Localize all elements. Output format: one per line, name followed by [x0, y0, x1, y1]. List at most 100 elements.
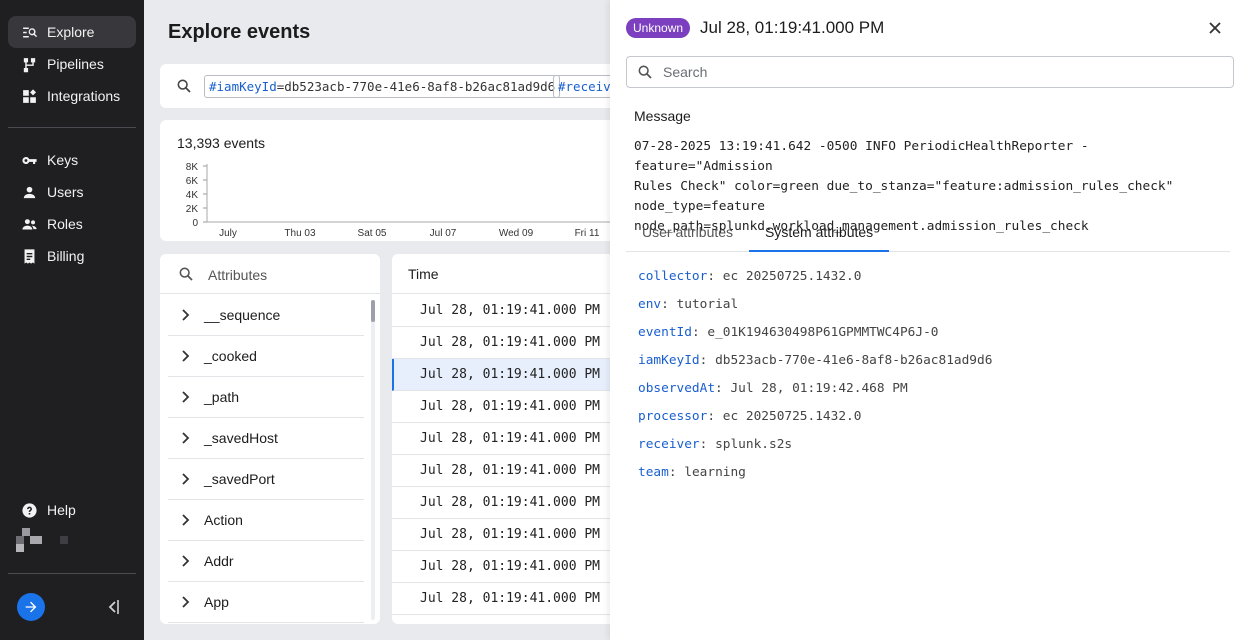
attribute-item[interactable]: App — [168, 582, 364, 623]
attribute-separator: : — [661, 297, 677, 312]
x-tick-label: Wed 09 — [499, 228, 534, 239]
table-row[interactable]: Jul 28, 01:19:41.000 PM — [392, 423, 610, 455]
sidebar-item-label: Help — [47, 502, 76, 518]
system-attribute: iamKeyId: db523acb-770e-41e6-8af8-b26ac8… — [638, 353, 992, 368]
attribute-name: _savedHost — [204, 430, 278, 446]
attribute-key: team — [638, 465, 669, 480]
system-attribute: eventId: e_01K194630498P61GPMMTWC4P6J-0 — [638, 325, 939, 340]
x-tick-label: Thu 03 — [284, 228, 316, 239]
attribute-item[interactable]: _cooked — [168, 336, 364, 377]
user-icon — [20, 183, 38, 201]
explore-icon — [20, 23, 38, 41]
collapse-sidebar-button[interactable] — [106, 598, 120, 616]
attribute-key: processor — [638, 409, 708, 424]
x-tick-label: Fri 11 — [575, 228, 600, 239]
go-button[interactable] — [17, 593, 45, 621]
events-table-header[interactable]: Time — [392, 254, 610, 294]
query-chip[interactable]: #receiv — [553, 75, 610, 98]
table-row[interactable]: Jul 28, 01:19:41.000 PM — [392, 519, 610, 551]
chip-key: #receiv — [558, 79, 610, 94]
sidebar-item-label: Explore — [47, 24, 95, 40]
close-icon — [1209, 22, 1221, 34]
sidebar-item-label: Billing — [47, 248, 85, 264]
attribute-key: receiver — [638, 437, 700, 452]
table-row[interactable]: Jul 28, 01:19:41.000 PM — [392, 359, 610, 391]
table-row[interactable]: Jul 28, 01:19:41.000 PM — [392, 487, 610, 519]
attribute-separator: : — [668, 465, 685, 480]
attribute-separator: : — [715, 381, 731, 396]
sidebar-item-label: Users — [47, 184, 84, 200]
table-row[interactable]: Jul 28, 01:19:41.000 PM — [392, 551, 610, 583]
attribute-item[interactable]: Addr — [168, 541, 364, 582]
chevron-right-icon — [182, 350, 190, 362]
attribute-key: iamKeyId — [638, 353, 700, 368]
tab-system-attributes[interactable]: System attributes — [749, 216, 890, 252]
chevron-right-icon — [182, 555, 190, 567]
attribute-name: App — [204, 594, 229, 610]
attribute-key: collector — [638, 269, 708, 284]
scrollbar-thumb[interactable] — [371, 300, 375, 322]
chevron-right-icon — [182, 596, 190, 608]
attribute-separator: : — [691, 325, 708, 340]
attribute-value: db523acb-770e-41e6-8af8-b26ac81ad9d6 — [715, 353, 993, 368]
system-attribute: env: tutorial — [638, 297, 738, 312]
page-title: Explore events — [168, 21, 311, 43]
sidebar-item-billing[interactable]: Billing — [8, 240, 136, 272]
chevron-right-icon — [182, 309, 190, 321]
attribute-item[interactable]: _savedPort — [168, 459, 364, 500]
attribute-name: Action — [204, 512, 243, 528]
y-tick-label: 8K — [186, 162, 199, 173]
attribute-name: _savedPort — [204, 471, 275, 487]
tab-user-attributes[interactable]: User attributes — [642, 216, 733, 252]
attribute-name: Addr — [204, 553, 234, 569]
scrollbar-track[interactable] — [371, 300, 375, 620]
attribute-item[interactable]: _savedHost — [168, 418, 364, 459]
table-row[interactable]: Jul 28, 01:19:41.000 PM — [392, 583, 610, 615]
sidebar-item-explore[interactable]: Explore — [8, 16, 136, 48]
system-attribute: observedAt: Jul 28, 01:19:42.468 PM — [638, 381, 908, 396]
billing-icon — [20, 247, 38, 265]
query-bar[interactable]: #iamKeyId=db523acb-770e-41e6-8af8-b26ac8… — [160, 64, 610, 108]
sidebar-item-keys[interactable]: Keys — [8, 144, 136, 176]
avatar[interactable] — [16, 528, 70, 552]
attribute-value: tutorial — [676, 297, 739, 312]
chevron-right-icon — [182, 473, 190, 485]
attribute-item[interactable]: Action — [168, 500, 364, 541]
attribute-key: eventId — [638, 325, 692, 340]
attribute-value: splunk.s2s — [715, 437, 793, 452]
sidebar-item-roles[interactable]: Roles — [8, 208, 136, 240]
sidebar-item-pipelines[interactable]: Pipelines — [8, 48, 136, 80]
chip-key: #iamKeyId — [209, 79, 277, 94]
table-row[interactable]: Jul 28, 01:19:41.000 PM — [392, 391, 610, 423]
attribute-key: observedAt — [638, 381, 716, 396]
table-row[interactable]: Jul 28, 01:19:41.000 PM — [392, 295, 610, 327]
y-tick-label: 6K — [186, 176, 199, 187]
sidebar-item-users[interactable]: Users — [8, 176, 136, 208]
detail-search-input[interactable] — [663, 62, 1223, 82]
attribute-item[interactable]: __sequence — [168, 295, 364, 336]
search-icon — [177, 79, 191, 93]
attribute-separator: : — [707, 409, 723, 424]
event-histogram: 8K 6K 4K 2K 0 July Thu 03 Sat 05 Jul 07 Wed 09 Fri… — [186, 162, 610, 239]
sidebar-item-label: Integrations — [47, 88, 121, 104]
chip-value: =db523acb-770e-41e6-8af8-b26ac81ad9d6 — [276, 79, 556, 94]
attributes-search-placeholder: Attributes — [208, 267, 268, 283]
attribute-name: _cooked — [204, 348, 257, 364]
attributes-search[interactable]: Attributes — [160, 254, 380, 294]
sidebar-item-help[interactable]: Help — [8, 494, 136, 526]
table-row[interactable]: Jul 28, 01:19:41.000 PM — [392, 327, 610, 359]
integrations-icon — [20, 87, 38, 105]
sidebar-item-integrations[interactable]: Integrations — [8, 80, 136, 112]
attribute-item[interactable]: _path — [168, 377, 364, 418]
x-tick-label: Sat 05 — [358, 228, 387, 239]
attribute-value: Jul 28, 01:19:42.468 PM — [730, 381, 908, 396]
pipelines-icon — [20, 55, 38, 73]
query-chip[interactable]: #iamKeyId=db523acb-770e-41e6-8af8-b26ac8… — [204, 75, 561, 98]
table-row[interactable]: Jul 28, 01:19:41.000 PM — [392, 455, 610, 487]
detail-title: Jul 28, 01:19:41.000 PM — [700, 18, 885, 37]
chevron-right-icon — [182, 432, 190, 444]
attribute-separator: : — [699, 437, 716, 452]
collapse-icon — [108, 600, 119, 614]
chevron-right-icon — [182, 391, 190, 403]
close-button[interactable] — [1206, 19, 1224, 37]
